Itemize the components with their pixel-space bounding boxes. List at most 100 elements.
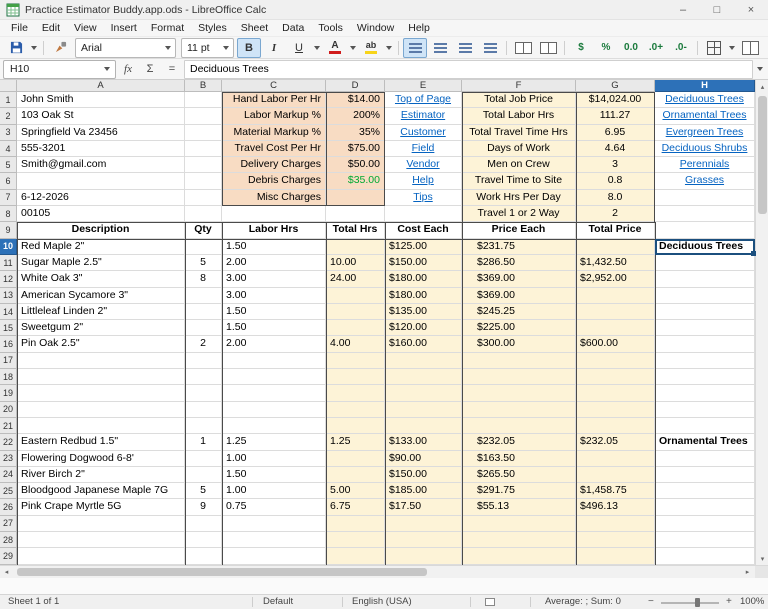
cell-D3[interactable]: 35%: [326, 125, 385, 141]
cell-H23[interactable]: [655, 451, 755, 467]
cell-G17[interactable]: [576, 353, 655, 369]
cell-G15[interactable]: [576, 320, 655, 336]
column-header-B[interactable]: B: [185, 80, 222, 92]
cell-B15[interactable]: [185, 320, 222, 336]
cell-A23[interactable]: Flowering Dogwood 6-8': [17, 451, 185, 467]
highlight-dropdown-chevron-icon[interactable]: [386, 46, 392, 50]
cell-F11[interactable]: $286.50: [462, 255, 576, 271]
cell-F21[interactable]: [462, 418, 576, 434]
cell-G14[interactable]: [576, 304, 655, 320]
cell-G18[interactable]: [576, 369, 655, 385]
cell-H25[interactable]: [655, 483, 755, 499]
underline-dropdown-chevron-icon[interactable]: [314, 46, 320, 50]
merge-cells-button[interactable]: [536, 38, 560, 58]
row-header-27[interactable]: 27: [0, 516, 17, 532]
cell-A16[interactable]: Pin Oak 2.5": [17, 336, 185, 352]
close-button[interactable]: ×: [734, 0, 768, 19]
cell-C28[interactable]: [222, 532, 326, 548]
cell-G22[interactable]: $232.05: [576, 434, 655, 450]
scroll-left-arrow[interactable]: ◂: [0, 566, 13, 578]
cell-D16[interactable]: 4.00: [326, 336, 385, 352]
cell-E4[interactable]: Field: [385, 141, 462, 157]
cell-H19[interactable]: [655, 385, 755, 401]
row-header-26[interactable]: 26: [0, 499, 17, 515]
cell-A19[interactable]: [17, 385, 185, 401]
cell-E21[interactable]: [385, 418, 462, 434]
cell-E9[interactable]: Cost Each: [385, 222, 462, 238]
scroll-right-arrow[interactable]: ▸: [741, 566, 754, 578]
cell-H21[interactable]: [655, 418, 755, 434]
cell-H15[interactable]: [655, 320, 755, 336]
cell-D4[interactable]: $75.00: [326, 141, 385, 157]
cell-G27[interactable]: [576, 516, 655, 532]
cell-H17[interactable]: [655, 353, 755, 369]
cell-E12[interactable]: $180.00: [385, 271, 462, 287]
cell-C6[interactable]: Debris Charges: [222, 173, 326, 189]
menu-insert[interactable]: Insert: [104, 21, 144, 35]
menu-styles[interactable]: Styles: [191, 21, 234, 35]
cell-D15[interactable]: [326, 320, 385, 336]
delete-decimal-button[interactable]: .0-: [669, 38, 693, 58]
cell-B9[interactable]: Qty: [185, 222, 222, 238]
cell-B6[interactable]: [185, 173, 222, 189]
row-header-13[interactable]: 13: [0, 288, 17, 304]
cell-G8[interactable]: 2: [576, 206, 655, 222]
cell-H26[interactable]: [655, 499, 755, 515]
cell-G1[interactable]: $14,024.00: [576, 92, 655, 108]
cell-E13[interactable]: $180.00: [385, 288, 462, 304]
cell-B17[interactable]: [185, 353, 222, 369]
cell-G21[interactable]: [576, 418, 655, 434]
page-style-indicator[interactable]: Default: [263, 596, 293, 607]
cell-E3[interactable]: Customer: [385, 125, 462, 141]
cell-C18[interactable]: [222, 369, 326, 385]
cell-B13[interactable]: [185, 288, 222, 304]
cell-G13[interactable]: [576, 288, 655, 304]
cell-E2[interactable]: Estimator: [385, 108, 462, 124]
cell-E23[interactable]: $90.00: [385, 451, 462, 467]
cell-C22[interactable]: 1.25: [222, 434, 326, 450]
zoom-level[interactable]: 100%: [740, 596, 764, 607]
align-left-button[interactable]: [403, 38, 427, 58]
cell-H14[interactable]: [655, 304, 755, 320]
cell-F5[interactable]: Men on Crew: [462, 157, 576, 173]
cell-D6[interactable]: $35.00: [326, 173, 385, 189]
cell-G12[interactable]: $2,952.00: [576, 271, 655, 287]
cell-C2[interactable]: Labor Markup %: [222, 108, 326, 124]
menu-format[interactable]: Format: [144, 21, 191, 35]
row-header-17[interactable]: 17: [0, 353, 17, 369]
cell-E27[interactable]: [385, 516, 462, 532]
cell-H9[interactable]: [655, 222, 755, 238]
cell-B19[interactable]: [185, 385, 222, 401]
bold-button[interactable]: B: [237, 38, 261, 58]
cell-F2[interactable]: Total Labor Hrs: [462, 108, 576, 124]
row-header-1[interactable]: 1: [0, 92, 17, 108]
menu-file[interactable]: File: [4, 21, 35, 35]
maximize-button[interactable]: □: [700, 0, 734, 19]
cell-B8[interactable]: [185, 206, 222, 222]
format-number-button[interactable]: 0.0: [619, 38, 643, 58]
column-header-E[interactable]: E: [385, 80, 462, 92]
row-header-21[interactable]: 21: [0, 418, 17, 434]
cell-D18[interactable]: [326, 369, 385, 385]
cell-E22[interactable]: $133.00: [385, 434, 462, 450]
insert-rows-button[interactable]: [738, 38, 762, 58]
cell-H27[interactable]: [655, 516, 755, 532]
menu-data[interactable]: Data: [275, 21, 311, 35]
row-header-19[interactable]: 19: [0, 385, 17, 401]
cell-E14[interactable]: $135.00: [385, 304, 462, 320]
cell-E26[interactable]: $17.50: [385, 499, 462, 515]
cell-A3[interactable]: Springfield Va 23456: [17, 125, 185, 141]
cell-C7[interactable]: Misc Charges: [222, 190, 326, 206]
cell-D26[interactable]: 6.75: [326, 499, 385, 515]
sum-average-indicator[interactable]: Average: ; Sum: 0: [545, 596, 621, 607]
cell-D28[interactable]: [326, 532, 385, 548]
cell-F3[interactable]: Total Travel Time Hrs: [462, 125, 576, 141]
cell-D25[interactable]: 5.00: [326, 483, 385, 499]
cell-F17[interactable]: [462, 353, 576, 369]
row-header-15[interactable]: 15: [0, 320, 17, 336]
row-header-9[interactable]: 9: [0, 222, 17, 238]
cell-B23[interactable]: [185, 451, 222, 467]
cell-B10[interactable]: [185, 239, 222, 255]
cell-D8[interactable]: [326, 206, 385, 222]
row-header-10[interactable]: 10: [0, 239, 17, 255]
